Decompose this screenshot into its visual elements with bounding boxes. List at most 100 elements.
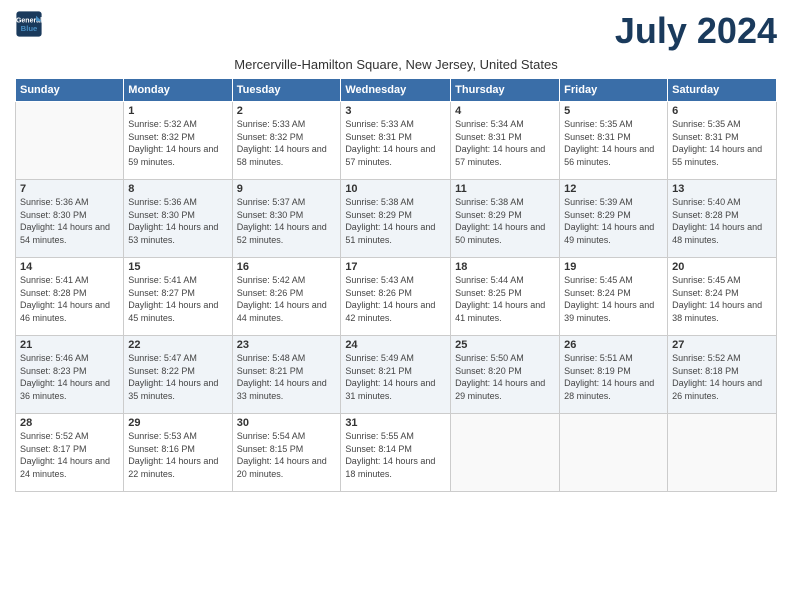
- table-row: 23 Sunrise: 5:48 AMSunset: 8:21 PMDaylig…: [232, 336, 341, 414]
- day-info: Sunrise: 5:33 AMSunset: 8:31 PMDaylight:…: [345, 118, 446, 168]
- day-number: 19: [564, 261, 663, 273]
- day-info: Sunrise: 5:47 AMSunset: 8:22 PMDaylight:…: [128, 352, 227, 402]
- table-row: 25 Sunrise: 5:50 AMSunset: 8:20 PMDaylig…: [451, 336, 560, 414]
- day-info: Sunrise: 5:42 AMSunset: 8:26 PMDaylight:…: [237, 274, 337, 324]
- day-info: Sunrise: 5:45 AMSunset: 8:24 PMDaylight:…: [564, 274, 663, 324]
- table-row: 21 Sunrise: 5:46 AMSunset: 8:23 PMDaylig…: [16, 336, 124, 414]
- day-info: Sunrise: 5:49 AMSunset: 8:21 PMDaylight:…: [345, 352, 446, 402]
- day-number: 11: [455, 183, 555, 195]
- day-info: Sunrise: 5:32 AMSunset: 8:32 PMDaylight:…: [128, 118, 227, 168]
- col-wednesday: Wednesday: [341, 79, 451, 102]
- col-friday: Friday: [560, 79, 668, 102]
- day-info: Sunrise: 5:33 AMSunset: 8:32 PMDaylight:…: [237, 118, 337, 168]
- day-number: 5: [564, 105, 663, 117]
- logo: General Blue: [15, 10, 43, 38]
- day-number: 15: [128, 261, 227, 273]
- day-number: 13: [672, 183, 772, 195]
- table-row: 28 Sunrise: 5:52 AMSunset: 8:17 PMDaylig…: [16, 414, 124, 492]
- day-number: 2: [237, 105, 337, 117]
- table-row: 10 Sunrise: 5:38 AMSunset: 8:29 PMDaylig…: [341, 180, 451, 258]
- day-number: 3: [345, 105, 446, 117]
- calendar-week-row: 28 Sunrise: 5:52 AMSunset: 8:17 PMDaylig…: [16, 414, 777, 492]
- table-row: 1 Sunrise: 5:32 AMSunset: 8:32 PMDayligh…: [124, 102, 232, 180]
- table-row: [560, 414, 668, 492]
- table-row: 15 Sunrise: 5:41 AMSunset: 8:27 PMDaylig…: [124, 258, 232, 336]
- day-number: 20: [672, 261, 772, 273]
- day-number: 1: [128, 105, 227, 117]
- table-row: 19 Sunrise: 5:45 AMSunset: 8:24 PMDaylig…: [560, 258, 668, 336]
- day-number: 25: [455, 339, 555, 351]
- day-info: Sunrise: 5:36 AMSunset: 8:30 PMDaylight:…: [20, 196, 119, 246]
- day-info: Sunrise: 5:34 AMSunset: 8:31 PMDaylight:…: [455, 118, 555, 168]
- col-tuesday: Tuesday: [232, 79, 341, 102]
- day-info: Sunrise: 5:52 AMSunset: 8:18 PMDaylight:…: [672, 352, 772, 402]
- table-row: 18 Sunrise: 5:44 AMSunset: 8:25 PMDaylig…: [451, 258, 560, 336]
- day-number: 22: [128, 339, 227, 351]
- table-row: 2 Sunrise: 5:33 AMSunset: 8:32 PMDayligh…: [232, 102, 341, 180]
- day-number: 21: [20, 339, 119, 351]
- table-row: 12 Sunrise: 5:39 AMSunset: 8:29 PMDaylig…: [560, 180, 668, 258]
- day-number: 31: [345, 417, 446, 429]
- day-info: Sunrise: 5:52 AMSunset: 8:17 PMDaylight:…: [20, 430, 119, 480]
- calendar-week-row: 21 Sunrise: 5:46 AMSunset: 8:23 PMDaylig…: [16, 336, 777, 414]
- day-number: 30: [237, 417, 337, 429]
- table-row: 13 Sunrise: 5:40 AMSunset: 8:28 PMDaylig…: [668, 180, 777, 258]
- col-saturday: Saturday: [668, 79, 777, 102]
- day-info: Sunrise: 5:38 AMSunset: 8:29 PMDaylight:…: [455, 196, 555, 246]
- col-monday: Monday: [124, 79, 232, 102]
- table-row: 30 Sunrise: 5:54 AMSunset: 8:15 PMDaylig…: [232, 414, 341, 492]
- day-info: Sunrise: 5:44 AMSunset: 8:25 PMDaylight:…: [455, 274, 555, 324]
- day-info: Sunrise: 5:53 AMSunset: 8:16 PMDaylight:…: [128, 430, 227, 480]
- logo-icon: General Blue: [15, 10, 43, 38]
- calendar-week-row: 1 Sunrise: 5:32 AMSunset: 8:32 PMDayligh…: [16, 102, 777, 180]
- day-info: Sunrise: 5:55 AMSunset: 8:14 PMDaylight:…: [345, 430, 446, 480]
- day-number: 18: [455, 261, 555, 273]
- day-info: Sunrise: 5:48 AMSunset: 8:21 PMDaylight:…: [237, 352, 337, 402]
- calendar-week-row: 14 Sunrise: 5:41 AMSunset: 8:28 PMDaylig…: [16, 258, 777, 336]
- table-row: 24 Sunrise: 5:49 AMSunset: 8:21 PMDaylig…: [341, 336, 451, 414]
- day-info: Sunrise: 5:43 AMSunset: 8:26 PMDaylight:…: [345, 274, 446, 324]
- table-row: 4 Sunrise: 5:34 AMSunset: 8:31 PMDayligh…: [451, 102, 560, 180]
- main-title: July 2024: [615, 10, 777, 52]
- day-info: Sunrise: 5:51 AMSunset: 8:19 PMDaylight:…: [564, 352, 663, 402]
- table-row: 6 Sunrise: 5:35 AMSunset: 8:31 PMDayligh…: [668, 102, 777, 180]
- day-info: Sunrise: 5:45 AMSunset: 8:24 PMDaylight:…: [672, 274, 772, 324]
- subtitle: Mercerville-Hamilton Square, New Jersey,…: [234, 57, 557, 72]
- day-number: 8: [128, 183, 227, 195]
- day-number: 29: [128, 417, 227, 429]
- table-row: 26 Sunrise: 5:51 AMSunset: 8:19 PMDaylig…: [560, 336, 668, 414]
- title-section: July 2024: [615, 10, 777, 52]
- day-info: Sunrise: 5:41 AMSunset: 8:27 PMDaylight:…: [128, 274, 227, 324]
- calendar-page: General Blue July 2024 Mercerville-Hamil…: [0, 0, 792, 612]
- table-row: 3 Sunrise: 5:33 AMSunset: 8:31 PMDayligh…: [341, 102, 451, 180]
- table-row: 31 Sunrise: 5:55 AMSunset: 8:14 PMDaylig…: [341, 414, 451, 492]
- calendar-table: Sunday Monday Tuesday Wednesday Thursday…: [15, 78, 777, 492]
- table-row: [451, 414, 560, 492]
- col-sunday: Sunday: [16, 79, 124, 102]
- table-row: 22 Sunrise: 5:47 AMSunset: 8:22 PMDaylig…: [124, 336, 232, 414]
- table-row: 9 Sunrise: 5:37 AMSunset: 8:30 PMDayligh…: [232, 180, 341, 258]
- day-info: Sunrise: 5:36 AMSunset: 8:30 PMDaylight:…: [128, 196, 227, 246]
- day-info: Sunrise: 5:38 AMSunset: 8:29 PMDaylight:…: [345, 196, 446, 246]
- svg-text:Blue: Blue: [21, 24, 38, 33]
- day-number: 28: [20, 417, 119, 429]
- table-row: [16, 102, 124, 180]
- day-info: Sunrise: 5:54 AMSunset: 8:15 PMDaylight:…: [237, 430, 337, 480]
- day-number: 9: [237, 183, 337, 195]
- day-info: Sunrise: 5:37 AMSunset: 8:30 PMDaylight:…: [237, 196, 337, 246]
- col-thursday: Thursday: [451, 79, 560, 102]
- day-number: 24: [345, 339, 446, 351]
- day-info: Sunrise: 5:35 AMSunset: 8:31 PMDaylight:…: [564, 118, 663, 168]
- day-number: 6: [672, 105, 772, 117]
- day-number: 26: [564, 339, 663, 351]
- table-row: [668, 414, 777, 492]
- day-info: Sunrise: 5:50 AMSunset: 8:20 PMDaylight:…: [455, 352, 555, 402]
- day-number: 16: [237, 261, 337, 273]
- table-row: 16 Sunrise: 5:42 AMSunset: 8:26 PMDaylig…: [232, 258, 341, 336]
- day-number: 4: [455, 105, 555, 117]
- table-row: 11 Sunrise: 5:38 AMSunset: 8:29 PMDaylig…: [451, 180, 560, 258]
- table-row: 27 Sunrise: 5:52 AMSunset: 8:18 PMDaylig…: [668, 336, 777, 414]
- day-number: 17: [345, 261, 446, 273]
- day-number: 27: [672, 339, 772, 351]
- day-number: 23: [237, 339, 337, 351]
